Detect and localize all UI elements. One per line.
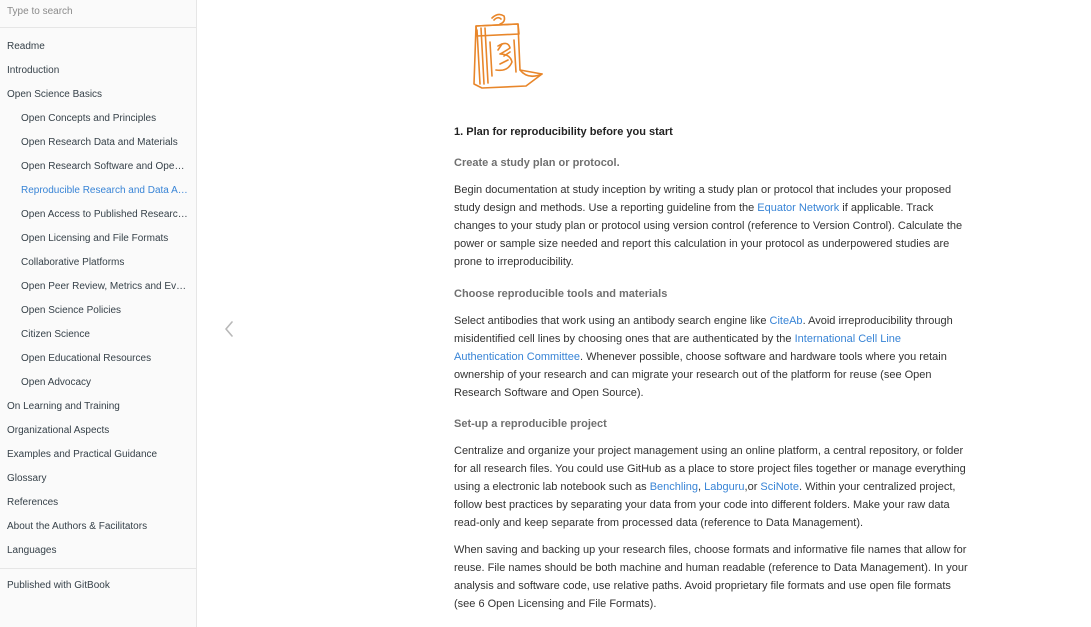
sidebar-item-open-research-software[interactable]: Open Research Software and Open ... xyxy=(0,155,196,179)
sidebar-item-organizational-aspects[interactable]: Organizational Aspects xyxy=(0,419,196,443)
sidebar-divider xyxy=(0,568,196,569)
sidebar-item-readme[interactable]: Readme xyxy=(0,35,196,59)
sidebar-item-introduction[interactable]: Introduction xyxy=(0,59,196,83)
search-bar xyxy=(0,0,196,28)
paragraph-project-setup: Centralize and organize your project man… xyxy=(454,445,966,529)
sidebar-item-open-licensing[interactable]: Open Licensing and File Formats xyxy=(0,227,196,251)
link-labguru[interactable]: Labguru xyxy=(704,481,744,493)
search-input[interactable] xyxy=(7,6,189,17)
sidebar-item-collaborative-platforms[interactable]: Collaborative Platforms xyxy=(0,251,196,275)
sidebar-item-citizen-science[interactable]: Citizen Science xyxy=(0,323,196,347)
sidebar-item-reproducible-research[interactable]: Reproducible Research and Data An... xyxy=(0,179,196,203)
published-with-gitbook-link[interactable]: Published with GitBook xyxy=(0,574,196,598)
link-benchling[interactable]: Benchling xyxy=(650,481,698,493)
calendar-illustration-icon xyxy=(473,13,543,89)
sidebar-item-learning-training[interactable]: On Learning and Training xyxy=(0,395,196,419)
sidebar: Readme Introduction Open Science Basics … xyxy=(0,0,197,627)
subheading-project-setup: Set-up a reproducible project xyxy=(454,418,607,430)
sidebar-item-open-peer-review[interactable]: Open Peer Review, Metrics and Eval... xyxy=(0,275,196,299)
sidebar-item-about-authors[interactable]: About the Authors & Facilitators xyxy=(0,515,196,539)
link-scinote[interactable]: SciNote xyxy=(760,481,799,493)
sidebar-item-examples-guidance[interactable]: Examples and Practical Guidance xyxy=(0,443,196,467)
paragraph-tools-materials: Select antibodies that work using an ant… xyxy=(454,315,953,399)
previous-page-button[interactable] xyxy=(219,317,239,341)
paragraph-study-plan: Begin documentation at study inception b… xyxy=(454,184,963,268)
sidebar-item-open-science-basics[interactable]: Open Science Basics xyxy=(0,83,196,107)
paragraph-file-formats: When saving and backing up your research… xyxy=(454,544,968,610)
subheading-tools-materials: Choose reproducible tools and materials xyxy=(454,288,668,300)
sidebar-nav: Readme Introduction Open Science Basics … xyxy=(0,28,196,598)
section-heading: 1. Plan for reproducibility before you s… xyxy=(454,126,673,138)
sidebar-item-glossary[interactable]: Glossary xyxy=(0,467,196,491)
sidebar-item-open-concepts[interactable]: Open Concepts and Principles xyxy=(0,107,196,131)
link-equator-network[interactable]: Equator Network xyxy=(757,202,839,214)
chevron-left-icon xyxy=(225,321,233,337)
sidebar-item-references[interactable]: References xyxy=(0,491,196,515)
sidebar-item-open-research-data[interactable]: Open Research Data and Materials xyxy=(0,131,196,155)
sidebar-item-languages[interactable]: Languages xyxy=(0,539,196,563)
sidebar-item-open-educational-resources[interactable]: Open Educational Resources xyxy=(0,347,196,371)
subheading-study-plan: Create a study plan or protocol. xyxy=(454,157,620,169)
sidebar-item-open-advocacy[interactable]: Open Advocacy xyxy=(0,371,196,395)
gitbook-page: Readme Introduction Open Science Basics … xyxy=(0,0,1091,627)
sidebar-item-open-access[interactable]: Open Access to Published Research... xyxy=(0,203,196,227)
link-citeab[interactable]: CiteAb xyxy=(770,315,803,327)
sidebar-item-open-science-policies[interactable]: Open Science Policies xyxy=(0,299,196,323)
